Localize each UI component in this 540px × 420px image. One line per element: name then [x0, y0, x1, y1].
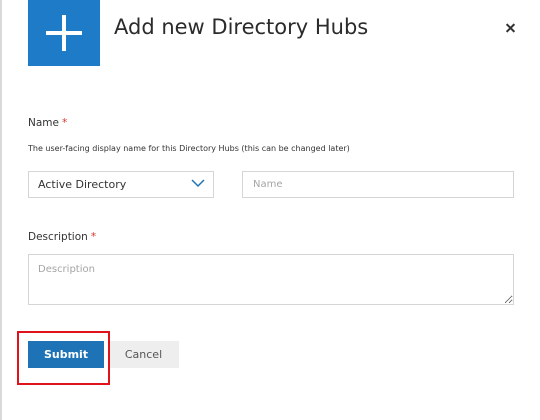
name-input[interactable]: [242, 171, 514, 198]
submit-button[interactable]: Submit: [28, 341, 104, 368]
close-icon[interactable]: [502, 18, 520, 38]
chevron-down-icon: [191, 179, 205, 188]
name-help-text: The user-facing display name for this Di…: [28, 144, 350, 153]
name-required-marker: *: [61, 117, 68, 129]
name-label-text: Name: [28, 117, 59, 129]
description-label: Description *: [28, 231, 96, 243]
left-edge-divider: [0, 0, 2, 420]
dialog-title: Add new Directory Hubs: [114, 15, 369, 39]
directory-type-select-value: Active Directory: [38, 178, 127, 191]
name-label: Name *: [28, 117, 67, 129]
description-label-text: Description: [28, 231, 88, 243]
directory-type-select[interactable]: Active Directory: [28, 171, 214, 198]
description-input[interactable]: [28, 254, 514, 305]
description-required-marker: *: [90, 231, 97, 243]
cancel-button[interactable]: Cancel: [108, 341, 179, 368]
plus-icon: [28, 0, 100, 66]
plus-icon-vertical-bar: [62, 15, 66, 51]
